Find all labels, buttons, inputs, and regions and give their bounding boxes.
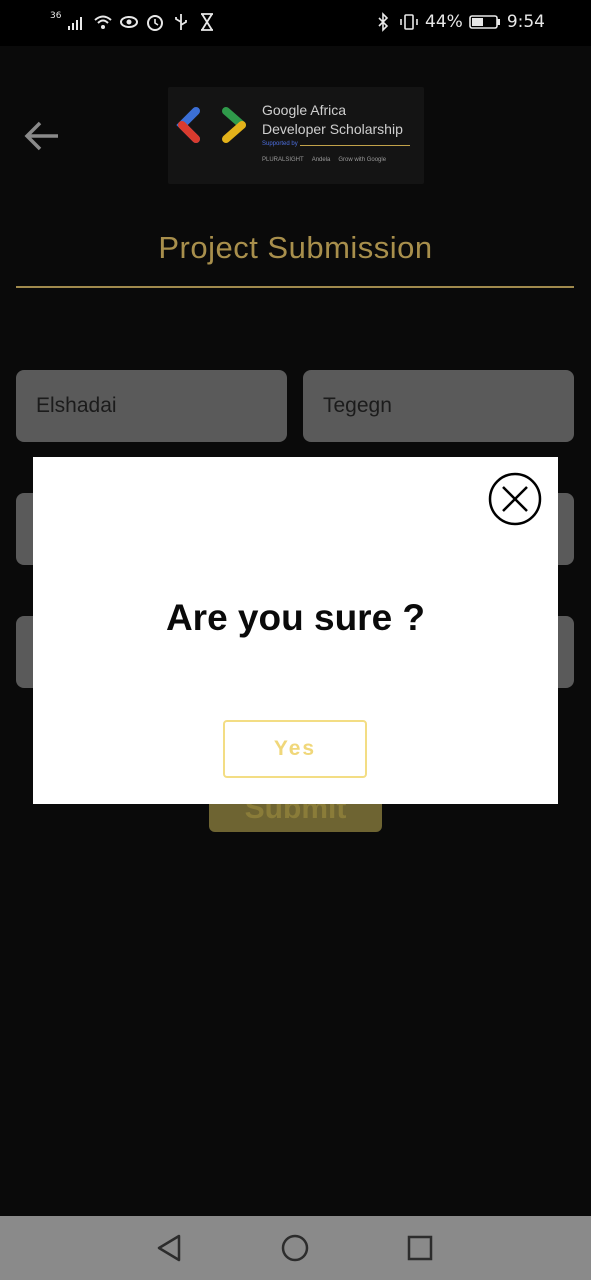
banner-title: Google Africa Developer Scholarship xyxy=(262,101,422,139)
confirm-dialog: Are you sure ? Yes xyxy=(33,457,558,804)
first-name-field[interactable]: Elshadai xyxy=(16,370,287,442)
back-nav-icon[interactable] xyxy=(151,1230,187,1266)
alarm-icon xyxy=(147,15,164,31)
last-name-field[interactable]: Tegegn xyxy=(303,370,574,442)
banner-title-line1: Google Africa xyxy=(262,102,347,118)
status-right-icons: 44% 9:54 xyxy=(373,12,545,32)
partner-pluralsight: PLURALSIGHT xyxy=(262,157,304,163)
recents-nav-icon[interactable] xyxy=(402,1230,438,1266)
clock: 9:54 xyxy=(506,12,545,32)
yes-button[interactable]: Yes xyxy=(223,720,367,778)
vibrate-icon xyxy=(400,14,418,30)
eye-icon xyxy=(120,16,139,28)
close-icon[interactable] xyxy=(488,472,542,526)
google-developers-logo xyxy=(176,107,246,143)
banner-divider xyxy=(300,145,410,146)
wifi-icon xyxy=(94,15,113,29)
back-arrow-icon[interactable] xyxy=(22,116,62,156)
partner-andela: Andela xyxy=(311,157,331,163)
navigation-bar xyxy=(0,1216,591,1280)
scholarship-banner: Google Africa Developer Scholarship Supp… xyxy=(168,87,424,184)
network-type-label: 36 xyxy=(50,11,62,21)
battery-icon xyxy=(469,15,500,29)
banner-partners: PLURALSIGHT Andela Grow with Google xyxy=(262,157,386,163)
home-nav-icon[interactable] xyxy=(277,1230,313,1266)
status-bar: 36 44% 9:54 xyxy=(0,0,591,46)
banner-supported-by: Supported by xyxy=(262,141,298,147)
title-divider xyxy=(16,286,574,288)
status-left-icons: 36 xyxy=(50,11,217,32)
signal-icon xyxy=(68,17,83,30)
battery-percent: 44% xyxy=(425,12,463,32)
hourglass-icon xyxy=(201,13,214,31)
bluetooth-icon xyxy=(378,12,389,32)
banner-title-line2: Developer Scholarship xyxy=(262,121,403,137)
page-title: Project Submission xyxy=(158,230,433,265)
dialog-message: Are you sure ? xyxy=(165,597,426,638)
usb-icon xyxy=(175,14,188,30)
partner-grow-with-google: Grow with Google xyxy=(338,157,387,163)
